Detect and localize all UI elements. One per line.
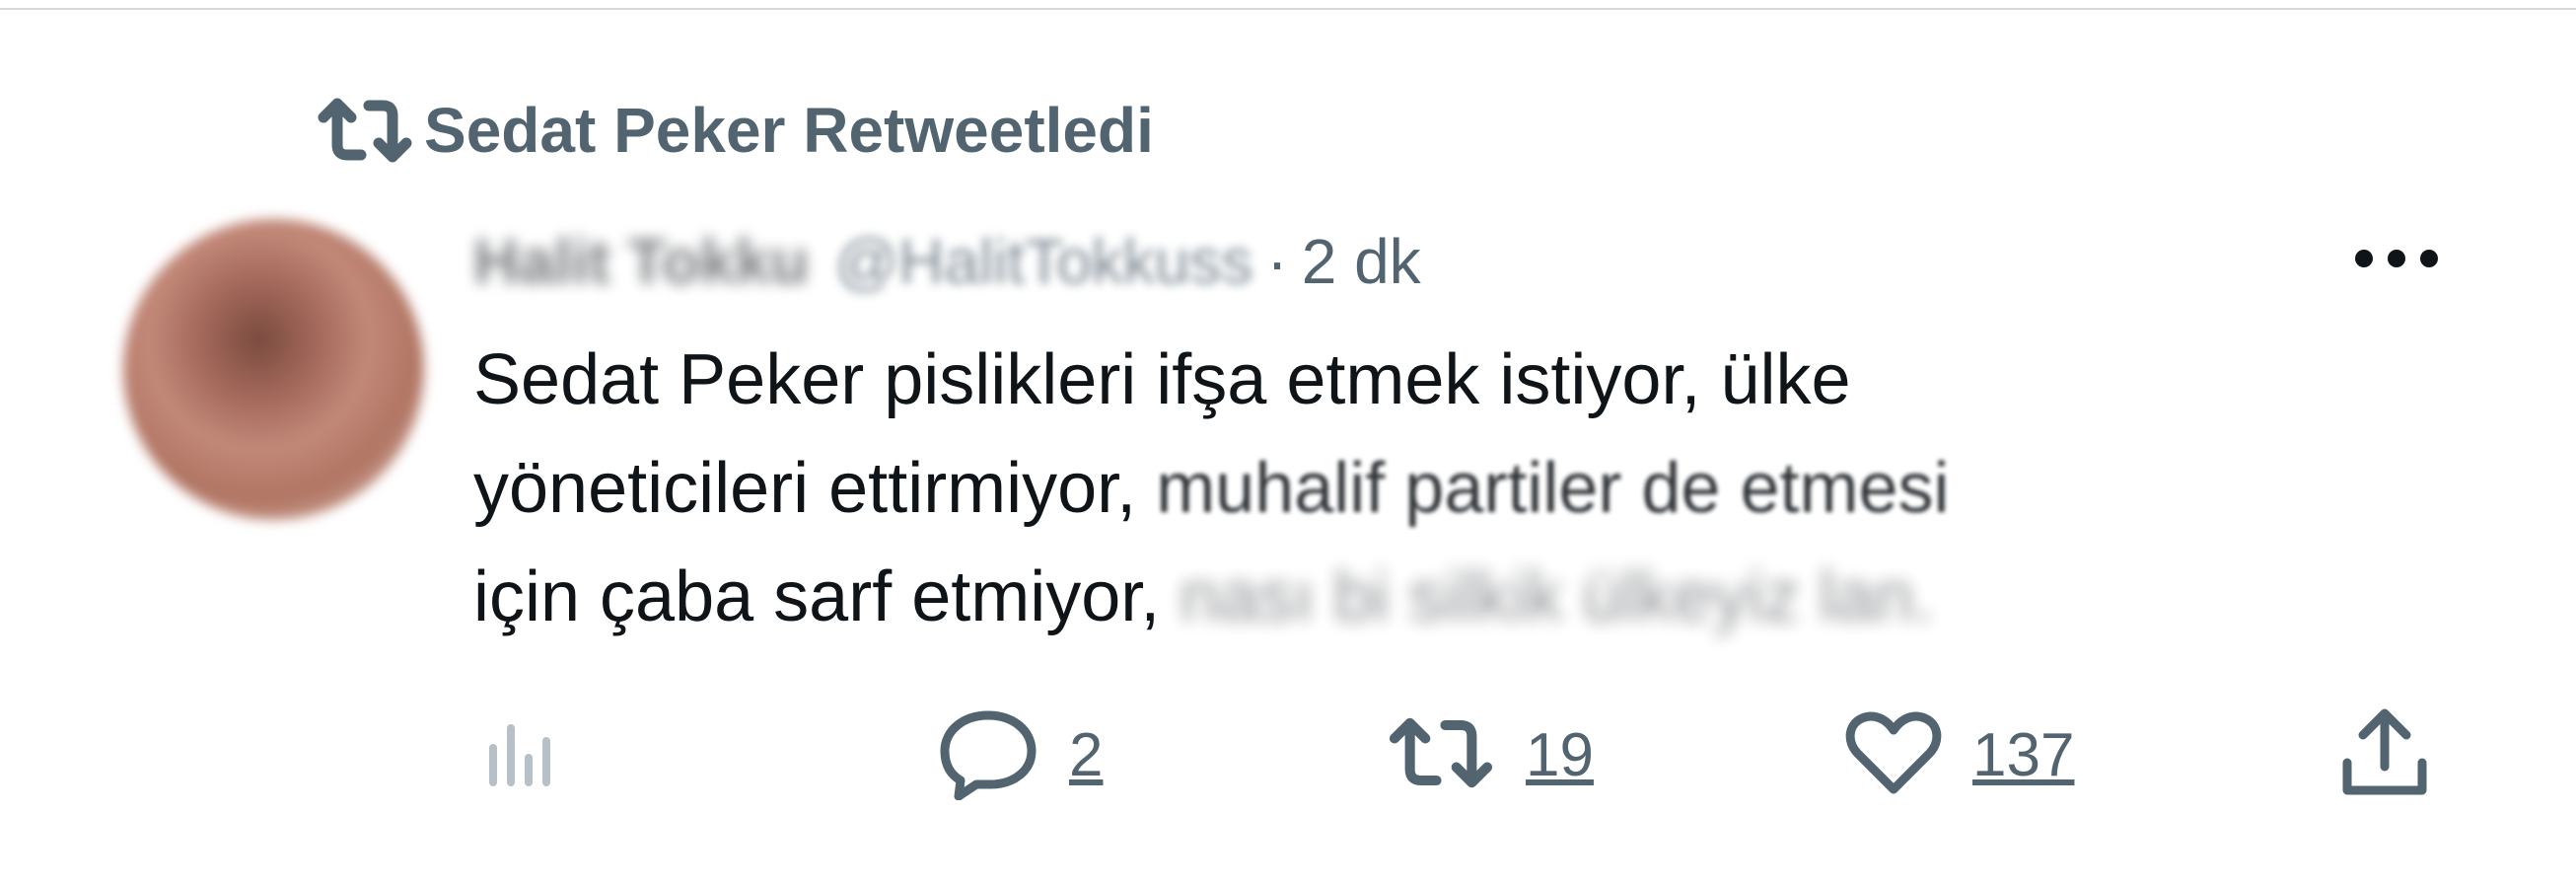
action-bar: 2 19 137 xyxy=(473,696,2466,814)
retweet-context-label: Sedat Peker Retweetledi xyxy=(424,95,1154,166)
views-button[interactable] xyxy=(473,696,562,814)
tweet-text-segment: için çaba sarf etmiyor, xyxy=(473,557,1161,636)
reply-icon xyxy=(937,705,1039,805)
retweet-icon xyxy=(316,91,424,170)
retweet-context[interactable]: Sedat Peker Retweetledi xyxy=(316,91,1154,170)
tweet-text: Sedat Peker pislikleri ifşa etmek istiyo… xyxy=(473,326,2367,651)
like-button[interactable]: 137 xyxy=(1844,696,2074,814)
tweet-text-segment: muhalif partiler de etmesi xyxy=(1156,449,1950,528)
share-icon xyxy=(2337,705,2432,805)
heart-icon xyxy=(1844,708,1943,802)
tweet-text-line: için çaba sarf etmiyor, nası bi silkik ü… xyxy=(473,543,2367,651)
blurred-text: nası bi silkik ülkeyiz lan. xyxy=(1180,557,1934,636)
top-divider xyxy=(0,8,2576,10)
views-icon xyxy=(473,713,562,797)
author-name[interactable]: Halit Tokku xyxy=(473,225,809,298)
tweet-header: Halit Tokku @HalitTokkuss · 2 dk xyxy=(473,217,1421,306)
like-count[interactable]: 137 xyxy=(1972,720,2074,790)
author-handle[interactable]: @HalitTokkuss xyxy=(834,225,1252,298)
tweet-text-segment: yöneticileri ettirmiyor, xyxy=(473,449,1157,528)
avatar[interactable] xyxy=(123,219,424,520)
share-button[interactable] xyxy=(2337,696,2432,814)
reply-button[interactable]: 2 xyxy=(937,696,1103,814)
separator-dot: · xyxy=(1266,226,1288,297)
tweet-text-line: Sedat Peker pislikleri ifşa etmek istiyo… xyxy=(473,340,1851,419)
retweet-icon xyxy=(1386,713,1496,797)
more-options-button[interactable] xyxy=(2347,229,2446,292)
retweet-count[interactable]: 19 xyxy=(1526,720,1594,790)
reply-count[interactable]: 2 xyxy=(1069,720,1103,790)
retweet-button[interactable]: 19 xyxy=(1386,696,1594,814)
tweet-text-line: yöneticileri ettirmiyor, muhalif partile… xyxy=(473,434,2367,543)
more-icon xyxy=(2352,247,2441,275)
timestamp[interactable]: 2 dk xyxy=(1302,225,1421,298)
